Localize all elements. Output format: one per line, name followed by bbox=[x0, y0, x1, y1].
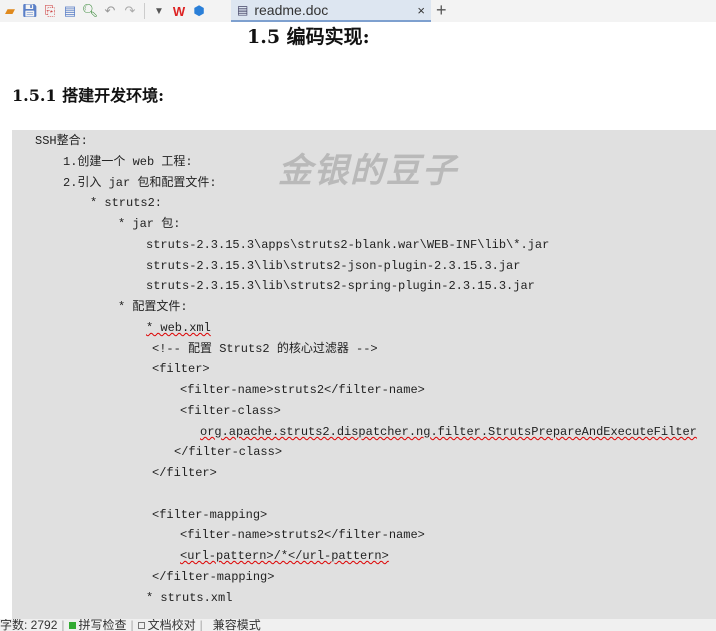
code-line: * struts.xml bbox=[146, 591, 233, 605]
save-icon[interactable]: 💾︎ bbox=[20, 1, 40, 21]
code-line: * jar 包: bbox=[118, 217, 181, 231]
code-line: struts-2.3.15.3\lib\struts2-json-plugin-… bbox=[146, 259, 521, 273]
code-line: SSH整合: bbox=[35, 134, 88, 148]
export-pdf-icon[interactable]: ⎘ bbox=[40, 1, 60, 21]
document-icon: ▤ bbox=[237, 3, 249, 17]
status-bar: 字数: 2792 | 拼写检查 | 文档校对 | 兼容模式 bbox=[0, 619, 716, 631]
code-line: <filter-name>struts2</filter-name> bbox=[180, 528, 425, 542]
open-folder-icon[interactable]: ▰ bbox=[0, 1, 20, 21]
code-line: 2.引入 jar 包和配置文件: bbox=[63, 176, 217, 190]
code-line: <filter-class> bbox=[180, 404, 281, 418]
code-line: * 配置文件: bbox=[118, 300, 188, 314]
code-line: <!-- 配置 Struts2 的核心过滤器 --> bbox=[152, 342, 378, 356]
code-line: 1.创建一个 web 工程: bbox=[63, 155, 193, 169]
close-tab-icon[interactable]: × bbox=[417, 3, 425, 18]
code-line: </filter-class> bbox=[174, 445, 283, 459]
redo-icon[interactable]: ↷ bbox=[120, 1, 140, 21]
word-count: 字数: 2792 bbox=[0, 619, 58, 631]
checked-box-icon bbox=[68, 622, 76, 629]
print-preview-icon[interactable]: 🔍︎ bbox=[80, 1, 100, 21]
heading-2: 1.5.1 搭建开发环境: bbox=[12, 86, 165, 105]
code-line: </filter> bbox=[152, 466, 217, 480]
code-line: struts-2.3.15.3\apps\struts2-blank.war\W… bbox=[146, 238, 550, 252]
unchecked-box-icon bbox=[137, 622, 145, 629]
code-line: struts-2.3.15.3\lib\struts2-spring-plugi… bbox=[146, 279, 535, 293]
watermark: 金银的豆子 bbox=[278, 151, 458, 191]
code-line: * struts2: bbox=[90, 196, 163, 210]
code-line: <filter-mapping> bbox=[152, 508, 268, 522]
dropdown-icon[interactable]: ▼ bbox=[149, 1, 169, 21]
doc-proof-toggle[interactable]: 文档校对 bbox=[137, 619, 196, 631]
new-tab-button[interactable]: + bbox=[436, 0, 447, 22]
code-line: org.apache.struts2.dispatcher.ng.filter.… bbox=[200, 425, 697, 439]
wps-logo-icon[interactable]: W bbox=[169, 1, 189, 21]
cube-icon[interactable]: ⬢ bbox=[189, 1, 209, 21]
code-line: * web.xml bbox=[146, 321, 211, 335]
heading-1: 1.5 编码实现: bbox=[247, 26, 370, 48]
code-line: <url-pattern>/*</url-pattern> bbox=[180, 549, 389, 563]
spell-check-toggle[interactable]: 拼写检查 bbox=[68, 619, 127, 631]
code-line: </filter-mapping> bbox=[152, 570, 275, 584]
tab-readme-doc[interactable]: ▤ readme.doc × bbox=[231, 0, 431, 22]
compat-mode-label: 兼容模式 bbox=[212, 619, 261, 631]
code-line: <filter-name>struts2</filter-name> bbox=[180, 383, 425, 397]
toolbar-divider bbox=[144, 3, 145, 19]
print-icon[interactable]: ▤ bbox=[60, 1, 80, 21]
tab-title: readme.doc bbox=[254, 2, 329, 18]
code-line: <filter> bbox=[152, 362, 210, 376]
undo-icon[interactable]: ↶ bbox=[100, 1, 120, 21]
